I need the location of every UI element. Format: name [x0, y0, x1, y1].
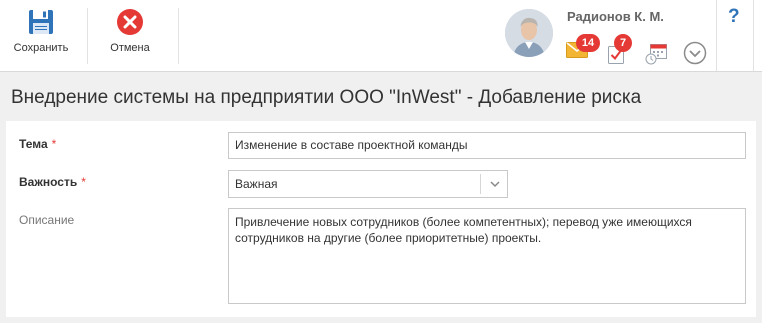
user-name[interactable]: Радионов К. М.	[567, 9, 664, 24]
form-area: Тема * Изменение в составе проектной кома…	[0, 121, 762, 323]
tasks-count-badge: 7	[614, 34, 632, 52]
cancel-button-label: Отмена	[110, 42, 150, 54]
page-title: Внедрение системы на предприятии ООО "In…	[11, 87, 642, 108]
required-mark: *	[81, 175, 86, 189]
toolbar-divider	[87, 8, 88, 64]
mail-count-badge: 14	[576, 34, 600, 52]
importance-selected-value: Важная	[235, 177, 278, 191]
save-button-label: Сохранить	[13, 42, 69, 54]
topic-label-text: Тема	[19, 137, 48, 151]
help-button[interactable]: ?	[728, 6, 740, 28]
floppy-disk-icon	[29, 10, 53, 34]
required-mark: *	[51, 137, 57, 151]
topic-input[interactable]: Изменение в составе проектной команды	[228, 132, 746, 159]
avatar[interactable]	[505, 9, 553, 57]
toolbar-divider	[716, 0, 717, 71]
importance-label-text: Важность	[19, 175, 78, 189]
cancel-button[interactable]: Отмена	[98, 0, 162, 71]
top-toolbar: Сохранить Отмена Радионов К. М. 14 7 ?	[0, 0, 762, 72]
close-circle-icon	[117, 9, 143, 35]
importance-label: Важность *	[19, 175, 86, 189]
description-textarea[interactable]: Привлечение новых сотрудников (более ком…	[228, 208, 746, 304]
topic-label: Тема *	[19, 137, 56, 151]
user-photo-icon	[505, 9, 553, 57]
description-label: Описание	[19, 213, 75, 227]
select-divider	[480, 174, 481, 194]
toolbar-divider	[753, 0, 754, 71]
save-button[interactable]: Сохранить	[8, 0, 74, 71]
importance-select[interactable]: Важная	[228, 170, 508, 198]
calendar-clock-icon[interactable]	[645, 43, 667, 65]
page-header: Внедрение системы на предприятии ООО "In…	[0, 72, 762, 121]
chevron-down-icon[interactable]	[683, 41, 707, 65]
chevron-down-icon[interactable]	[489, 178, 501, 190]
risk-form: Тема * Изменение в составе проектной кома…	[6, 121, 756, 317]
toolbar-divider	[178, 8, 179, 64]
